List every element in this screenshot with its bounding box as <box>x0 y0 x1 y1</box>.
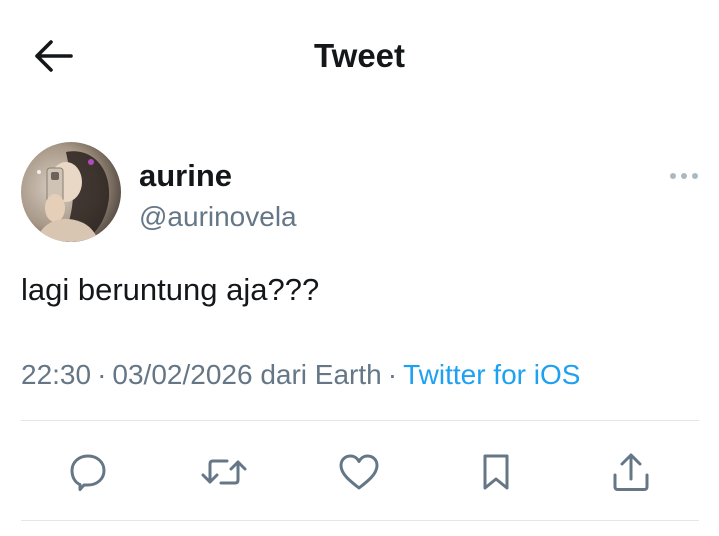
more-options-button[interactable] <box>667 166 701 186</box>
more-horizontal-icon <box>670 173 698 179</box>
retweet-button[interactable] <box>196 442 252 502</box>
tweet-source-link[interactable]: Twitter for iOS <box>403 359 580 390</box>
meta-separator: · <box>387 359 398 390</box>
display-name[interactable]: aurine <box>139 158 232 194</box>
tweet-meta: 22:30 · 03/02/2026 dari Earth · Twitter for … <box>21 356 580 394</box>
share-button[interactable] <box>603 442 659 502</box>
page-title: Tweet <box>313 37 406 74</box>
tweet-actions <box>0 442 719 502</box>
meta-separator: · <box>97 359 107 390</box>
avatar[interactable] <box>21 142 121 242</box>
retweet-icon <box>201 459 247 485</box>
user-handle[interactable]: @aurinovela <box>139 200 297 234</box>
reply-button[interactable] <box>60 442 116 502</box>
tweet-text: lagi beruntung aja??? <box>21 272 320 307</box>
heart-icon <box>339 454 379 490</box>
like-button[interactable] <box>331 442 387 502</box>
tweet-time: 22:30 <box>21 359 92 390</box>
tweet-header: Tweet <box>0 0 719 112</box>
share-icon <box>613 453 649 491</box>
tweet-date: 03/02/2026 <box>112 359 253 390</box>
divider <box>21 520 699 521</box>
bookmark-icon <box>483 454 509 490</box>
tweet-location: dari Earth <box>260 359 382 390</box>
tweet-author: aurine @aurinovela <box>21 142 701 244</box>
reply-icon <box>70 454 106 491</box>
bookmark-button[interactable] <box>468 442 524 502</box>
divider <box>21 420 699 421</box>
